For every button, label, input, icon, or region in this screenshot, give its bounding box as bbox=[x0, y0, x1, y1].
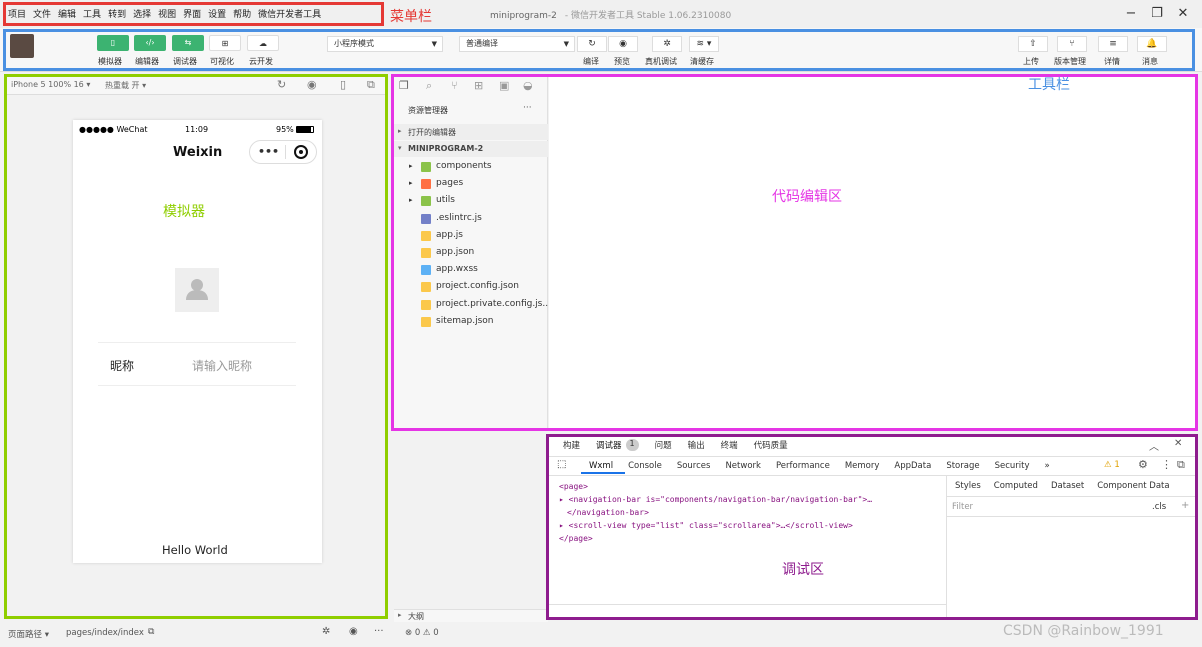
page-path: pages/index/index bbox=[66, 628, 144, 638]
problems-count[interactable]: ⊗ 0 ⚠ 0 bbox=[405, 628, 439, 638]
simulator-highlight bbox=[4, 74, 388, 619]
window-title-name: miniprogram-2 bbox=[490, 11, 557, 21]
annotation-simulator: 模拟器 bbox=[163, 203, 205, 219]
close-icon[interactable]: ✕ bbox=[1172, 4, 1194, 24]
page-path-label[interactable]: 页面路径 ▾ bbox=[8, 628, 49, 640]
menu-bar-highlight bbox=[3, 2, 384, 26]
watermark: CSDN @Rainbow_1991 bbox=[1003, 623, 1164, 639]
eye-icon[interactable]: ◉ bbox=[349, 626, 358, 637]
status-bar: 页面路径 ▾ pages/index/index ⧉ ✲ ◉ ··· ⊗ 0 ⚠… bbox=[0, 623, 1202, 647]
outline-header[interactable]: ▸ 大纲 bbox=[394, 609, 548, 622]
copy-icon[interactable]: ⧉ bbox=[148, 627, 154, 637]
annotation-toolbar: 工具栏 bbox=[1028, 76, 1070, 92]
chevron-right-icon: ▸ bbox=[398, 611, 402, 619]
editor-highlight bbox=[391, 74, 1198, 431]
minimize-icon[interactable]: − bbox=[1120, 4, 1142, 24]
annotation-menu: 菜单栏 bbox=[390, 8, 432, 24]
toolbar-highlight bbox=[3, 29, 1195, 71]
window-title-subtitle: - 微信开发者工具 Stable 1.06.2310080 bbox=[564, 11, 732, 21]
annotation-editor: 代码编辑区 bbox=[772, 188, 842, 204]
window-title: miniprogram-2 - 微信开发者工具 Stable 1.06.23100… bbox=[490, 8, 731, 21]
debugger-highlight bbox=[546, 434, 1198, 620]
annotation-debug: 调试区 bbox=[782, 561, 824, 577]
outline-label: 大纲 bbox=[408, 612, 424, 621]
more-icon[interactable]: ··· bbox=[374, 626, 384, 637]
restore-icon[interactable]: ❐ bbox=[1146, 4, 1168, 24]
bug-icon[interactable]: ✲ bbox=[322, 626, 330, 637]
